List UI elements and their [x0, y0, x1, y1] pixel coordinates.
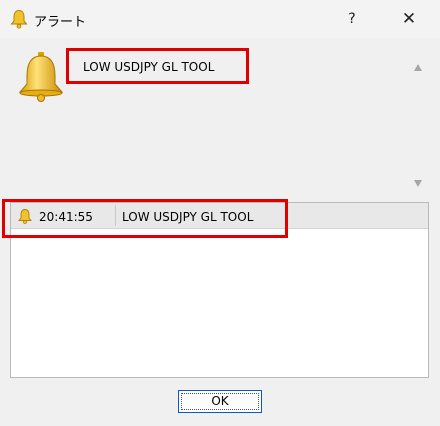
window-title: アラート: [34, 15, 87, 30]
message-scrollbar[interactable]: [408, 56, 430, 190]
title-bar: アラート ? ✕: [0, 0, 440, 38]
message-highlight-box: [66, 48, 249, 84]
scroll-down-icon[interactable]: [414, 180, 422, 187]
bell-icon: [10, 9, 28, 29]
scroll-up-icon[interactable]: [414, 64, 422, 71]
close-button[interactable]: ✕: [388, 4, 430, 34]
help-button[interactable]: ?: [334, 4, 370, 34]
row-highlight-box: [2, 199, 288, 238]
bell-icon: [18, 52, 64, 102]
ok-button[interactable]: OK: [178, 390, 262, 413]
